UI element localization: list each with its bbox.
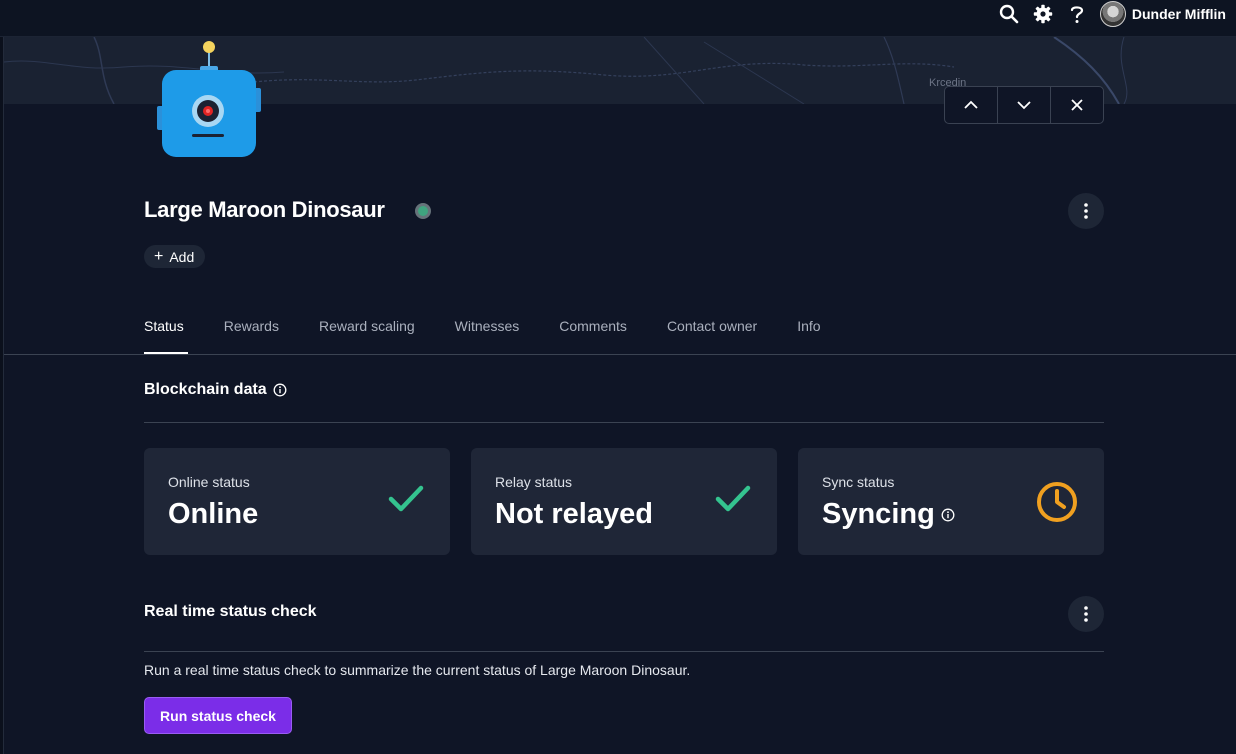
tab-status[interactable]: Status (144, 300, 188, 354)
tab-witnesses[interactable]: Witnesses (455, 300, 520, 354)
card-label: Online status (168, 474, 250, 490)
top-bar: Dunder Mifflin (0, 0, 1236, 37)
tab-contact-owner[interactable]: Contact owner (667, 300, 757, 354)
info-icon[interactable] (941, 508, 955, 522)
status-indicator (415, 203, 431, 219)
check-icon (715, 485, 751, 512)
top-bar-actions: Dunder Mifflin (998, 0, 1226, 28)
tab-comments[interactable]: Comments (559, 300, 627, 354)
plus-icon: + (154, 247, 164, 265)
card-value: Not relayed (495, 498, 653, 530)
hotspot-name: Large Maroon Dinosaur (144, 197, 385, 222)
sync-status-card: Sync status Syncing (798, 448, 1104, 555)
search-icon[interactable] (998, 3, 1020, 25)
close-icon (1071, 99, 1083, 111)
online-status-card: Online status Online (144, 448, 450, 555)
hotspot-robot-avatar (150, 38, 270, 163)
run-status-check-button[interactable]: Run status check (144, 697, 292, 734)
chevron-up-icon (964, 100, 978, 109)
add-button[interactable]: + Add (144, 245, 206, 268)
card-value: Syncing (822, 498, 955, 531)
left-edge-strip (0, 37, 4, 754)
check-icon (388, 485, 424, 512)
next-button[interactable] (998, 87, 1051, 123)
realtime-more-button[interactable] (1068, 596, 1104, 632)
avatar[interactable] (1099, 1, 1126, 27)
realtime-section-title: Real time status check (144, 603, 317, 621)
realtime-title-text: Real time status check (144, 603, 317, 620)
blockchain-section-title: Blockchain data (144, 381, 287, 399)
relay-status-card: Relay status Not relayed (471, 448, 777, 555)
user-name[interactable]: Dunder Mifflin (1132, 6, 1226, 22)
close-button[interactable] (1051, 87, 1103, 123)
realtime-divider (144, 651, 1104, 652)
tab-info[interactable]: Info (797, 300, 820, 354)
help-icon[interactable] (1066, 3, 1088, 25)
tab-rewards[interactable]: Rewards (224, 300, 279, 354)
more-vertical-icon (1084, 203, 1088, 219)
gear-icon[interactable] (1032, 3, 1054, 25)
realtime-description: Run a real time status check to summariz… (144, 662, 691, 678)
card-label: Relay status (495, 474, 573, 490)
tab-reward-scaling[interactable]: Reward scaling (319, 300, 415, 354)
add-label: Add (169, 248, 195, 265)
clock-icon (1037, 482, 1077, 522)
tab-bar: Status Rewards Reward scaling Witnesses … (144, 300, 861, 354)
chevron-down-icon (1017, 101, 1031, 110)
blockchain-divider (144, 422, 1104, 423)
more-vertical-icon (1084, 606, 1088, 622)
blockchain-title-text: Blockchain data (144, 381, 267, 398)
hotspot-more-button[interactable] (1068, 193, 1104, 229)
card-label: Sync status (822, 474, 895, 490)
navigation-controls (944, 86, 1104, 124)
card-value: Online (168, 498, 259, 530)
info-icon[interactable] (273, 383, 287, 397)
tabs-divider (4, 354, 1236, 355)
previous-button[interactable] (945, 87, 998, 123)
